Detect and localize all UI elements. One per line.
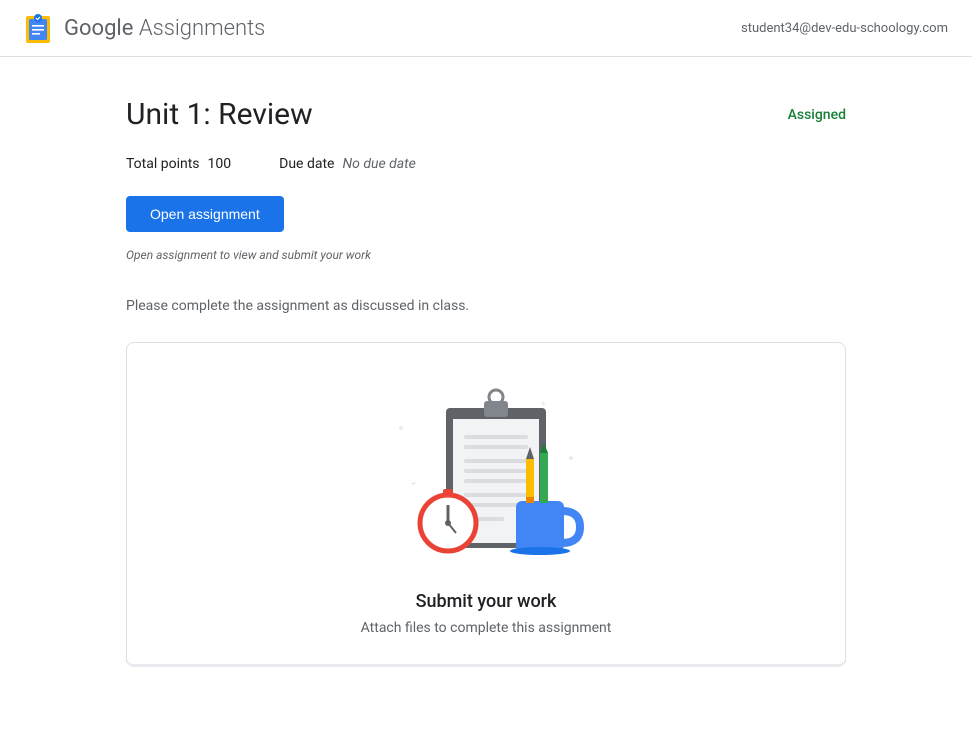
header: Google Assignments student34@dev-edu-sch… <box>0 0 972 57</box>
product-google: Google <box>64 16 133 41</box>
status-badge: Assigned <box>788 107 846 123</box>
due-label: Due date <box>279 156 334 172</box>
clipboard-illustration-icon <box>376 383 596 563</box>
product-name: Google Assignments <box>64 16 265 41</box>
points-value: 100 <box>208 156 232 172</box>
points-label: Total points <box>126 156 200 172</box>
logo-section: Google Assignments <box>24 12 265 44</box>
open-assignment-button[interactable]: Open assignment <box>126 196 284 232</box>
meta-row: Total points 100 Due date No due date <box>126 156 846 172</box>
assignment-description: Please complete the assignment as discus… <box>126 298 846 314</box>
assignments-logo-icon <box>24 12 52 44</box>
points-meta: Total points 100 <box>126 156 231 172</box>
product-assignments: Assignments <box>133 16 265 41</box>
user-email: student34@dev-edu-schoology.com <box>741 21 948 36</box>
main-content: Unit 1: Review Assigned Total points 100… <box>126 57 846 707</box>
helper-text: Open assignment to view and submit your … <box>126 248 846 262</box>
title-row: Unit 1: Review Assigned <box>126 97 846 132</box>
assignment-title: Unit 1: Review <box>126 97 313 132</box>
due-meta: Due date No due date <box>279 156 416 172</box>
due-value: No due date <box>342 156 415 172</box>
submit-subtitle: Attach files to complete this assignment <box>147 620 825 636</box>
submit-title: Submit your work <box>147 591 825 612</box>
submit-card: Submit your work Attach files to complet… <box>126 342 846 667</box>
